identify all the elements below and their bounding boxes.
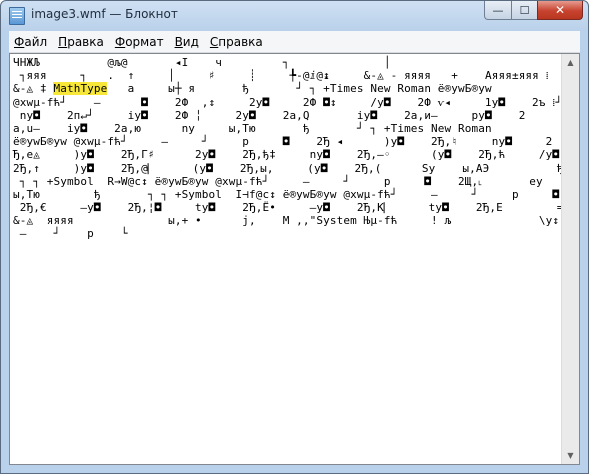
notepad-window: image3.wmf — Блокнот — ☐ ✕ Файл Правка Ф…: [0, 0, 589, 474]
text-line: ┐яяя ┐ . ↑ │ ♯ ┊ ╄-@ⅈ@↨ &-◬ - яяяя + Аяя…: [13, 69, 561, 82]
text-line: ny◘ 2п↵┘ iy◘ 2Ф ╎ 2y◘ 2а,Q iy◘ 2а,и– py◘…: [13, 109, 561, 122]
line-text: @хwμ-fћ┘ – ◘ 2Ф ,↕ 2y◘ 2Ф ◘↕ /y◘ 2Ф ѵ◂ 1…: [13, 95, 561, 109]
text-line: ё®ywБ®yw @хwμ-fћ┘ – ┘ p ◘ 2Ђ ◂ )y◘ 2Ђ,♮ …: [13, 135, 561, 148]
close-button[interactable]: ✕: [537, 1, 583, 20]
text-line: 2Ђ,↑ )y◘ 2Ђ,@⎸ (y◘ 2Ђ,ы, (y◘ 2Ђ,( Sy ы,А…: [13, 162, 561, 175]
line-text-after: а ы┼ я ђ ┘ ┐ +Times New Roman ё®ywБ®yw: [107, 82, 492, 96]
line-text: &-◬ яяяя ы,+ • ј, М ,,"System Њμ-fћ ! љ …: [13, 214, 561, 228]
menu-edit[interactable]: Правка: [53, 32, 109, 52]
line-text: 2Ђ,↑ )y◘ 2Ђ,@⎸ (y◘ 2Ђ,ы, (y◘ 2Ђ,( Sy ы,А…: [13, 161, 561, 175]
menu-file[interactable]: Файл: [9, 32, 52, 52]
line-text: &-◬ ‡: [13, 82, 54, 96]
line-text: ё®ywБ®yw @хwμ-fћ┘ – ┘ p ◘ 2Ђ ◂ )y◘ 2Ђ,♮ …: [13, 135, 553, 149]
line-text: 2Ђ,€ –y◘ 2Ђ,¦◘ ty◘ 2Ђ,Ё• –y◘ 2Ђ,К⎸ ty◘ 2…: [13, 201, 561, 215]
text-line: ┐ ┐ +Symbol R→W@с↕ ё®ywБ®yw @хwμ-fћ┘ – ┘…: [13, 175, 561, 188]
menu-bar: Файл Правка Формат Вид Справка: [9, 31, 580, 53]
line-text: ┐яяя ┐ . ↑ │ ♯ ┊ ╄-@ⅈ@↨ &-◬ - яяяя + Аяя…: [13, 69, 561, 83]
vertical-scrollbar[interactable]: ▲ ▼: [561, 54, 579, 464]
text-line: &-◬ яяяя ы,+ • ј, М ,,"System Њμ-fћ ! љ …: [13, 214, 561, 227]
text-line: @хwμ-fћ┘ – ◘ 2Ф ,↕ 2y◘ 2Ф ◘↕ /y◘ 2Ф ѵ◂ 1…: [13, 96, 561, 109]
editor-area[interactable]: ЧНЖЉ @љ@ ◂I ч ┐ │ ┐яяя ┐ . ↑ │ ♯ ┊ ╄-@ⅈ@…: [9, 53, 580, 465]
notepad-icon[interactable]: [9, 7, 25, 25]
text-content[interactable]: ЧНЖЉ @љ@ ◂I ч ┐ │ ┐яяя ┐ . ↑ │ ♯ ┊ ╄-@ⅈ@…: [10, 54, 561, 464]
line-text: а,u– iy◘ 2а,ю ny ы,Тю ђ ┘ ┐ +Times New R…: [13, 121, 492, 135]
window-title: image3.wmf — Блокнот: [31, 7, 178, 21]
line-text: ы,Тю ђ ┐ ┐ +Symbol I⊣f@с↕ ё®ywБ®yw @хwμ-…: [13, 187, 560, 201]
menu-help[interactable]: Справка: [205, 32, 268, 52]
scroll-up-arrow-icon[interactable]: ▲: [562, 54, 579, 71]
line-text: ny◘ 2п↵┘ iy◘ 2Ф ╎ 2y◘ 2а,Q iy◘ 2а,и– py◘…: [13, 108, 526, 122]
menu-view[interactable]: Вид: [170, 32, 204, 52]
text-line: а,u– iy◘ 2а,ю ny ы,Тю ђ ┘ ┐ +Times New R…: [13, 122, 561, 135]
text-line: &-◬ ‡ MathType а ы┼ я ђ ┘ ┐ +Times New R…: [13, 82, 561, 96]
text-line: – ┘ p └: [13, 227, 561, 240]
menu-format[interactable]: Формат: [110, 32, 169, 52]
line-text: Ђ,е◬ )y◘ 2Ђ,Г♯ 2y◘ 2Ђ,ђ‡ ny◘ 2Ђ,–◦ (y◘ 2…: [13, 148, 560, 162]
text-line: 2Ђ,€ –y◘ 2Ђ,¦◘ ty◘ 2Ђ,Ё• –y◘ 2Ђ,К⎸ ty◘ 2…: [13, 201, 561, 214]
text-line: Ђ,е◬ )y◘ 2Ђ,Г♯ 2y◘ 2Ђ,ђ‡ ny◘ 2Ђ,–◦ (y◘ 2…: [13, 148, 561, 161]
scroll-down-arrow-icon[interactable]: ▼: [562, 447, 579, 464]
maximize-button[interactable]: ☐: [511, 1, 537, 20]
text-line: ы,Тю ђ ┐ ┐ +Symbol I⊣f@с↕ ё®ywБ®yw @хwμ-…: [13, 188, 561, 201]
line-text: ЧНЖЉ @љ@ ◂I ч ┐ │: [13, 56, 391, 69]
selected-text: MathType: [53, 82, 108, 96]
text-line: ЧНЖЉ @љ@ ◂I ч ┐ │: [13, 56, 561, 69]
line-text: – ┘ p └: [13, 227, 128, 241]
minimize-button[interactable]: —: [484, 1, 511, 20]
title-bar[interactable]: image3.wmf — Блокнот — ☐ ✕: [1, 1, 588, 29]
window-controls: — ☐ ✕: [484, 1, 583, 21]
line-text: ┐ ┐ +Symbol R→W@с↕ ё®ywБ®yw @хwμ-fћ┘ – ┘…: [13, 174, 543, 188]
